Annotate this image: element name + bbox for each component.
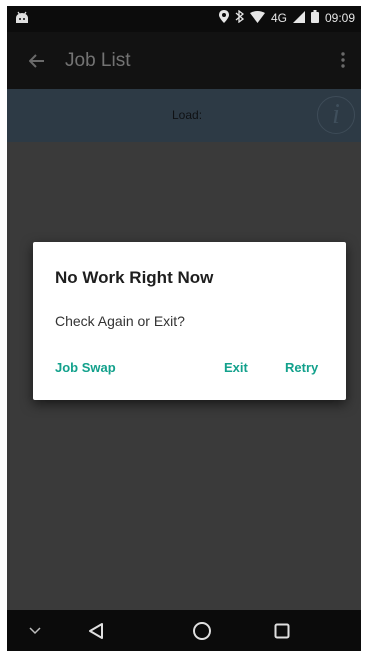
chevron-down-icon[interactable] xyxy=(22,618,48,644)
job-swap-button[interactable]: Job Swap xyxy=(55,360,116,375)
arrow-left-icon[interactable] xyxy=(19,43,55,79)
battery-icon xyxy=(310,10,319,26)
network-type: 4G xyxy=(270,11,287,25)
system-nav-bar xyxy=(7,610,361,651)
dialog-title: No Work Right Now xyxy=(55,268,214,287)
load-label: Load: xyxy=(172,108,203,122)
exit-button[interactable]: Exit xyxy=(224,360,248,375)
home-circle-icon[interactable] xyxy=(189,618,215,644)
info-icon[interactable]: i xyxy=(317,96,355,134)
more-vert-icon[interactable] xyxy=(331,42,355,78)
back-triangle-icon[interactable] xyxy=(83,618,109,644)
status-bar: 4G 09:09 xyxy=(7,6,361,32)
recents-square-icon[interactable] xyxy=(269,618,295,644)
wifi-icon xyxy=(249,10,265,26)
no-work-dialog: No Work Right Now Check Again or Exit? J… xyxy=(33,242,346,400)
app-bar: Job List xyxy=(7,32,361,89)
android-icon xyxy=(15,11,29,27)
bluetooth-icon xyxy=(235,9,244,26)
load-bar: Load: i xyxy=(7,89,361,142)
location-icon xyxy=(218,10,229,26)
page-title: Job List xyxy=(65,49,131,71)
signal-icon xyxy=(292,10,305,26)
retry-button[interactable]: Retry xyxy=(285,360,318,375)
dialog-message: Check Again or Exit? xyxy=(55,313,185,329)
clock: 09:09 xyxy=(324,11,355,25)
phone-screen: 4G 09:09 Job List Load: i No Work Right … xyxy=(7,6,361,651)
